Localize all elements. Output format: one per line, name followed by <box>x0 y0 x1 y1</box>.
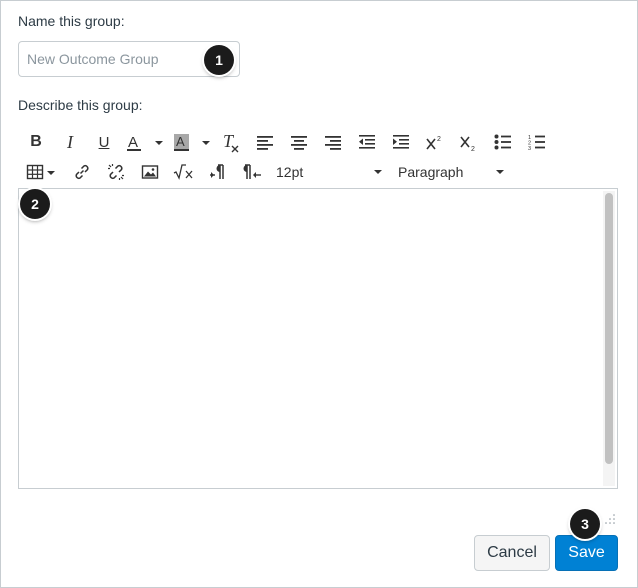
svg-text:A: A <box>176 134 185 149</box>
subscript-button[interactable]: 2 <box>458 129 480 155</box>
link-icon <box>75 164 89 180</box>
describe-label: Describe this group: <box>18 97 143 113</box>
outdent-icon <box>359 135 375 149</box>
underline-icon: U <box>98 133 110 151</box>
text-color-icon: A <box>127 134 163 151</box>
description-editor[interactable] <box>18 188 618 489</box>
math-icon <box>173 164 193 180</box>
table-icon <box>26 164 55 180</box>
clear-formatting-icon: T <box>223 131 239 153</box>
cancel-button[interactable]: Cancel <box>474 535 550 571</box>
background-color-icon: A <box>174 134 210 151</box>
subscript-icon: 2 <box>460 136 475 151</box>
indent-button[interactable] <box>390 129 412 155</box>
unlink-icon <box>108 164 124 180</box>
image-icon <box>141 165 159 179</box>
text-color-button[interactable]: A <box>125 129 165 155</box>
align-right-icon <box>325 136 341 150</box>
editor-scrollbar[interactable] <box>603 191 615 486</box>
block-format-select[interactable]: Paragraph <box>398 159 508 185</box>
chevron-down-icon <box>374 170 382 174</box>
font-size-select[interactable]: 12pt <box>276 159 386 185</box>
indent-icon <box>393 135 409 149</box>
chevron-down-icon <box>496 170 504 174</box>
underline-button[interactable]: U <box>93 129 115 155</box>
svg-text:2: 2 <box>471 146 475 151</box>
numbered-list-button[interactable]: 1 2 3 <box>526 129 548 155</box>
align-left-icon <box>257 136 273 150</box>
save-button[interactable]: Save <box>555 535 618 571</box>
background-color-button[interactable]: A <box>172 129 212 155</box>
callout-1: 1 <box>204 45 234 75</box>
table-button[interactable] <box>26 159 58 185</box>
align-center-icon <box>291 136 307 150</box>
align-left-button[interactable] <box>254 129 276 155</box>
bullet-list-button[interactable] <box>492 129 514 155</box>
math-button[interactable] <box>172 159 196 185</box>
svg-text:A: A <box>128 134 138 151</box>
unlink-button[interactable] <box>105 159 127 185</box>
outdent-button[interactable] <box>356 129 378 155</box>
align-center-button[interactable] <box>288 129 310 155</box>
callout-2: 2 <box>20 189 50 219</box>
scrollbar-thumb[interactable] <box>605 193 613 464</box>
rtl-icon <box>243 164 261 179</box>
svg-text:2: 2 <box>437 136 441 143</box>
clear-formatting-button[interactable]: T <box>220 129 242 155</box>
align-right-button[interactable] <box>322 129 344 155</box>
link-button[interactable] <box>71 159 93 185</box>
superscript-icon: 2 <box>426 136 441 150</box>
ltr-button[interactable] <box>207 159 229 185</box>
italic-icon: I <box>67 131 73 152</box>
rtl-button[interactable] <box>241 159 263 185</box>
block-format-value: Paragraph <box>398 164 464 180</box>
font-size-value: 12pt <box>276 164 304 180</box>
resize-handle-icon[interactable] <box>605 514 615 524</box>
bold-button[interactable]: B <box>25 129 47 155</box>
superscript-button[interactable]: 2 <box>424 129 446 155</box>
italic-button[interactable]: I <box>59 129 81 155</box>
ltr-icon <box>210 164 224 179</box>
name-label: Name this group: <box>18 13 125 29</box>
bullet-list-icon <box>494 134 511 150</box>
callout-3: 3 <box>570 509 600 539</box>
svg-text:3: 3 <box>528 146 531 150</box>
numbered-list-icon: 1 2 3 <box>528 135 545 150</box>
bold-icon: B <box>30 133 42 150</box>
image-button[interactable] <box>139 159 161 185</box>
